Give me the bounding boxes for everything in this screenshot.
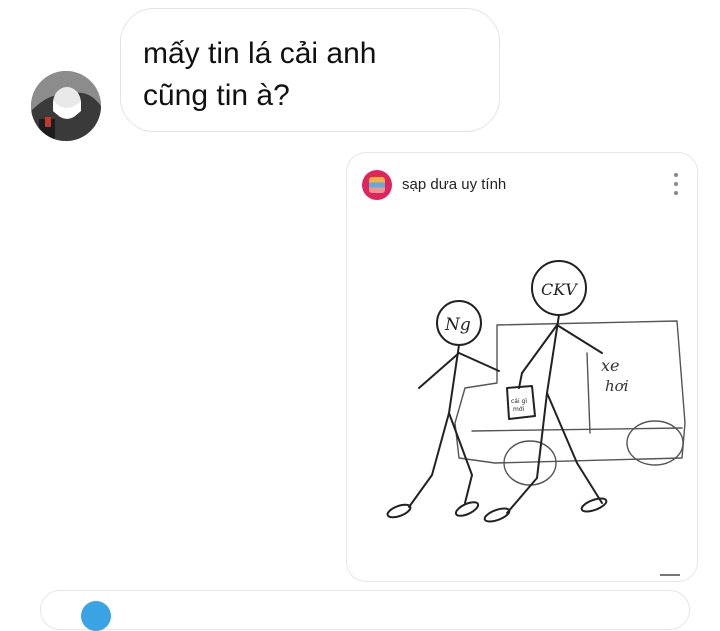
shared-post-card[interactable]: sạp dưa uy tính xe hơi Ng CKV cái gì mới — [346, 152, 698, 582]
car-label-line1: xe — [601, 356, 620, 375]
post-header: sạp dưa uy tính — [347, 153, 697, 213]
post-image[interactable]: xe hơi Ng CKV cái gì mới — [347, 213, 697, 581]
sender-avatar[interactable] — [31, 71, 101, 141]
post-author-avatar[interactable] — [362, 170, 392, 200]
avatar-photo — [31, 71, 101, 141]
head-label-ckv: CKV — [541, 280, 578, 299]
incoming-message-text: mấy tin lá cải anh cũng tin à? — [143, 37, 377, 112]
post-author-name[interactable]: sạp dưa uy tính — [402, 176, 506, 193]
next-message-bubble[interactable] — [40, 590, 690, 631]
incoming-message-bubble[interactable]: mấy tin lá cải anh cũng tin à? — [120, 8, 500, 132]
post-author-logo — [369, 177, 385, 193]
scroll-indicator — [660, 574, 680, 576]
car-label-line2: hơi — [605, 377, 629, 395]
stick-figure-drawing: xe hơi Ng CKV cái gì mới — [386, 260, 686, 523]
bag-label-2: mới — [513, 406, 525, 413]
bag-label: cái gì — [511, 398, 527, 405]
next-message-avatar — [81, 601, 111, 631]
head-label-ng: Ng — [444, 315, 471, 335]
more-options-icon[interactable] — [673, 173, 679, 195]
